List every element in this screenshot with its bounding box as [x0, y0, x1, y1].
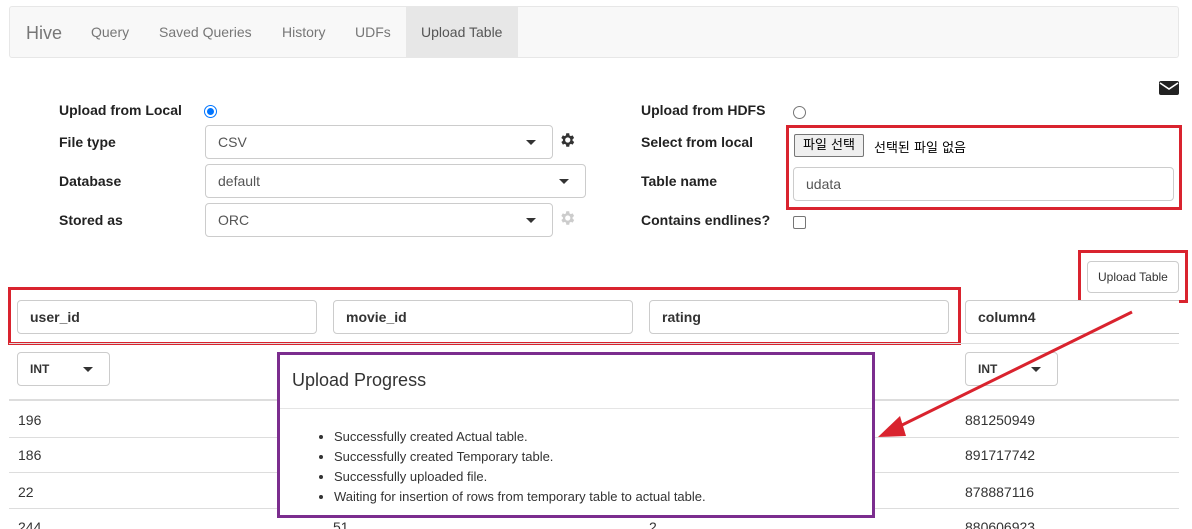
file-type-select[interactable]: CSV	[205, 125, 553, 159]
column-type-value: INT	[30, 362, 50, 376]
table-cell: 22	[18, 484, 34, 500]
gear-icon	[561, 211, 575, 225]
progress-message: Successfully created Temporary table.	[334, 447, 706, 467]
table-cell: 244	[18, 519, 42, 529]
table-cell: 880606923	[965, 519, 1036, 529]
column-type-select-4[interactable]: INT	[965, 352, 1058, 386]
highlight-box-columns	[8, 287, 961, 345]
table-cell: 51	[333, 519, 349, 529]
database-label: Database	[59, 173, 122, 189]
chevron-down-icon	[559, 179, 569, 184]
stored-as-label: Stored as	[59, 212, 123, 228]
upload-progress-modal: Upload Progress Successfully created Act…	[277, 352, 875, 518]
database-select[interactable]: default	[205, 164, 586, 198]
chevron-down-icon	[83, 367, 93, 372]
nav-item-udfs[interactable]: UDFs	[340, 7, 406, 57]
nav-item-saved-queries[interactable]: Saved Queries	[144, 7, 267, 57]
column-name-input-4[interactable]: column4	[965, 300, 1179, 334]
select-from-local-label: Select from local	[641, 134, 754, 150]
brand-logo[interactable]: Hive	[26, 23, 62, 44]
stored-as-select[interactable]: ORC	[205, 203, 553, 237]
upload-from-local-radio[interactable]	[204, 105, 217, 118]
nav-item-query[interactable]: Query	[76, 7, 144, 57]
table-cell: 881250949	[965, 412, 1036, 428]
upload-from-hdfs-radio[interactable]	[793, 106, 806, 119]
chevron-down-icon	[526, 218, 536, 223]
table-cell: 878887116	[965, 484, 1035, 500]
column-type-select-1[interactable]: INT	[17, 352, 110, 386]
progress-message: Waiting for insertion of rows from tempo…	[334, 487, 706, 507]
modal-title: Upload Progress	[292, 370, 427, 390]
table-divider	[9, 343, 1179, 344]
nav-item-upload-table[interactable]: Upload Table	[406, 7, 518, 57]
column-type-value: INT	[978, 362, 998, 376]
table-cell: 891717742	[965, 447, 1036, 463]
highlight-box-file	[786, 125, 1182, 210]
contains-endlines-label: Contains endlines?	[641, 212, 771, 228]
chevron-down-icon	[526, 140, 536, 145]
chevron-down-icon	[1031, 367, 1041, 372]
modal-divider	[280, 408, 872, 409]
file-type-label: File type	[59, 134, 116, 150]
gear-icon[interactable]	[558, 131, 576, 149]
stored-as-value: ORC	[218, 212, 250, 228]
table-cell: 186	[18, 447, 42, 463]
upload-from-hdfs-label: Upload from HDFS	[641, 102, 766, 118]
database-value: default	[218, 173, 261, 189]
upload-from-local-label: Upload from Local	[59, 102, 182, 118]
progress-message: Successfully uploaded file.	[334, 467, 706, 487]
progress-message: Successfully created Actual table.	[334, 427, 706, 447]
table-cell: 196	[18, 412, 42, 428]
progress-message-list: Successfully created Actual table. Succe…	[314, 427, 706, 507]
contains-endlines-checkbox[interactable]	[793, 216, 806, 229]
file-type-value: CSV	[218, 134, 247, 150]
table-cell: 2	[649, 519, 657, 529]
nav-item-history[interactable]: History	[267, 7, 341, 57]
envelope-icon[interactable]	[1159, 80, 1179, 96]
table-name-label: Table name	[641, 173, 717, 189]
column-name-value: column4	[978, 309, 1036, 325]
top-navbar: Hive Query Saved Queries History UDFs Up…	[9, 6, 1179, 58]
highlight-box-upload	[1078, 250, 1188, 303]
